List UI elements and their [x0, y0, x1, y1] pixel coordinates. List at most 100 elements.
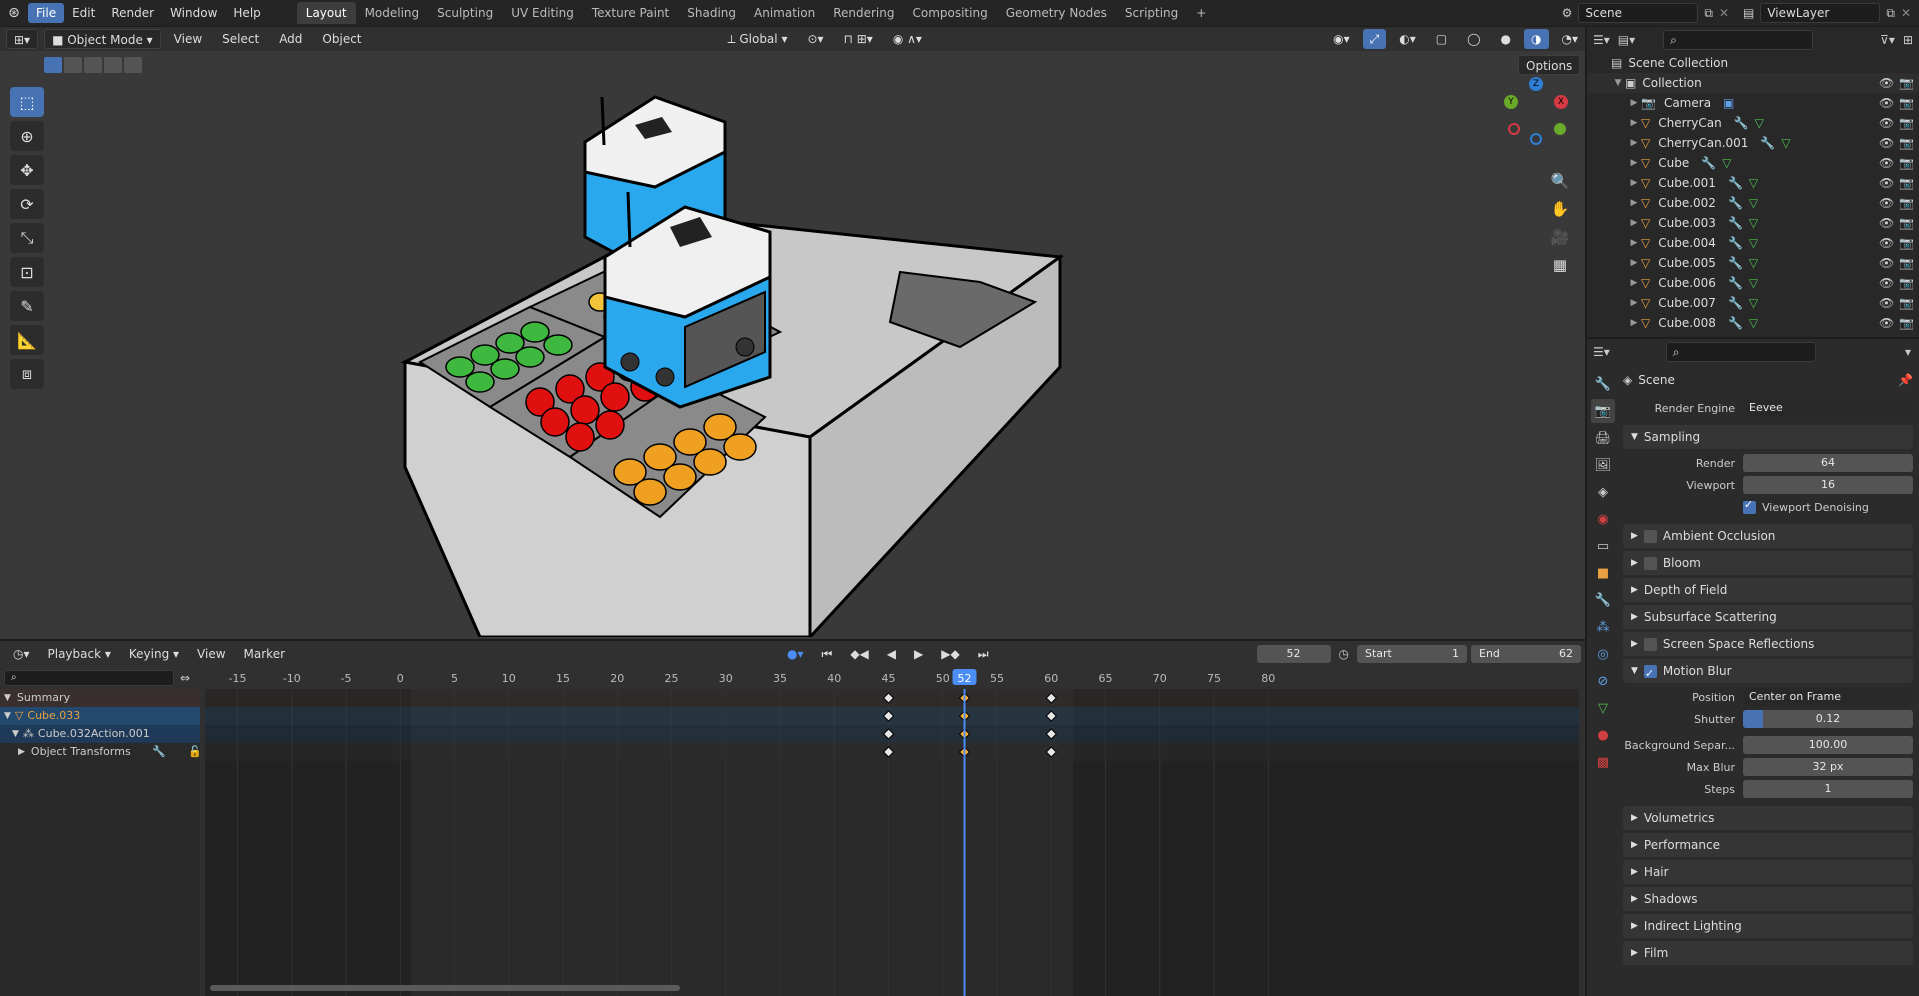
panel-volumetrics[interactable]: ▶ Volumetrics: [1623, 806, 1913, 830]
panel-shadows[interactable]: ▶ Shadows: [1623, 887, 1913, 911]
world-tab-icon[interactable]: ◉: [1591, 507, 1615, 531]
sync-icon[interactable]: ⇔: [180, 671, 190, 685]
tab-compositing[interactable]: Compositing: [903, 2, 996, 24]
add-cube-icon[interactable]: ⧈: [10, 359, 44, 389]
gizmo-axis-y[interactable]: Y: [1504, 95, 1518, 109]
eye-icon[interactable]: 👁: [1879, 213, 1894, 233]
outliner-item[interactable]: ▶ ▽ CherryCan.001 🔧 ▽ 👁 📷: [1587, 133, 1919, 153]
render-engine-select[interactable]: Eevee: [1743, 399, 1913, 417]
properties-search[interactable]: ⌕: [1665, 342, 1816, 362]
shading-rendered-icon[interactable]: ◔▾: [1555, 29, 1586, 49]
proportional-edit-icon[interactable]: ◉ ∧▾: [886, 29, 929, 49]
transform-orientation[interactable]: ⟂ Global ▾: [721, 29, 795, 49]
menu-view[interactable]: View: [167, 29, 209, 49]
expand-icon[interactable]: ▶: [1627, 253, 1641, 273]
tab-geometry-nodes[interactable]: Geometry Nodes: [997, 2, 1116, 24]
menu-object[interactable]: Object: [315, 29, 368, 49]
expand-icon[interactable]: ▶: [1627, 313, 1641, 333]
render-camera-icon[interactable]: 📷: [1899, 173, 1914, 193]
tab-scripting[interactable]: Scripting: [1116, 2, 1187, 24]
shading-material-icon[interactable]: ◑: [1524, 29, 1549, 49]
channel-search[interactable]: ⌕: [4, 670, 174, 686]
panel-subsurface-scattering[interactable]: ▶ Subsurface Scattering: [1623, 605, 1913, 629]
select-new-icon[interactable]: [44, 57, 62, 73]
expand-icon[interactable]: ▶: [1627, 193, 1641, 213]
render-camera-icon[interactable]: 📷: [1899, 153, 1914, 173]
panel-checkbox[interactable]: [1643, 637, 1657, 651]
properties-editor-icon[interactable]: ☰▾: [1593, 345, 1610, 359]
tab-layout[interactable]: Layout: [296, 2, 356, 24]
output-tab-icon[interactable]: 🖨: [1591, 426, 1615, 450]
outliner-item[interactable]: ▶ ▽ Cube.008 🔧 ▽ 👁 📷: [1587, 313, 1919, 333]
material-tab-icon[interactable]: ●: [1591, 723, 1615, 747]
modifier-tab-icon[interactable]: 🔧: [1591, 588, 1615, 612]
data-tab-icon[interactable]: ▽: [1591, 696, 1615, 720]
gizmo-axis-z[interactable]: Z: [1529, 77, 1543, 91]
outliner-item[interactable]: ▶ 📷 Camera ▣ 👁 📷: [1587, 93, 1919, 113]
zoom-icon[interactable]: 🔍: [1546, 167, 1574, 195]
menu-file[interactable]: File: [28, 3, 65, 23]
menu-window[interactable]: Window: [162, 3, 225, 23]
channel-group[interactable]: ▶Object Transforms🔧🔓: [0, 743, 314, 764]
ortho-grid-icon[interactable]: ▦: [1546, 251, 1574, 279]
display-mode-icon[interactable]: ▤▾: [1618, 33, 1635, 47]
lock-icon[interactable]: 🔓: [188, 743, 202, 761]
eye-icon[interactable]: 👁: [1879, 153, 1894, 173]
menu-keying[interactable]: Keying ▾: [122, 644, 186, 664]
panel-film[interactable]: ▶ Film: [1623, 941, 1913, 965]
overlay-toggle-icon[interactable]: ◐▾: [1392, 29, 1423, 49]
render-camera-icon[interactable]: 📷: [1899, 133, 1914, 153]
expand-icon[interactable]: ▶: [1627, 273, 1641, 293]
render-camera-icon[interactable]: 📷: [1899, 193, 1914, 213]
expand-icon[interactable]: ▶: [1627, 133, 1641, 153]
select-invert-icon[interactable]: [104, 57, 122, 73]
tab-modeling[interactable]: Modeling: [356, 2, 429, 24]
pivot-point-icon[interactable]: ⊙▾: [800, 29, 830, 49]
menu-select[interactable]: Select: [215, 29, 266, 49]
scene-selector[interactable]: Scene: [1578, 3, 1699, 23]
tab-shading[interactable]: Shading: [678, 2, 745, 24]
outliner-item[interactable]: ▶ ▽ Cube.002 🔧 ▽ 👁 📷: [1587, 193, 1919, 213]
scale-icon[interactable]: ⤡: [10, 223, 44, 253]
panel-sampling[interactable]: ▼ Sampling: [1623, 425, 1913, 449]
start-frame-field[interactable]: Start 1: [1357, 645, 1467, 663]
outliner-collection[interactable]: ▼ ▣ Collection 👁 📷: [1587, 73, 1919, 93]
outliner-item[interactable]: ▶ ▽ Cube 🔧 ▽ 👁 📷: [1587, 153, 1919, 173]
expand-icon[interactable]: ▶: [1627, 173, 1641, 193]
select-intersect-icon[interactable]: [124, 57, 142, 73]
tab-animation[interactable]: Animation: [745, 2, 824, 24]
render-camera-icon[interactable]: 📷: [1899, 313, 1914, 333]
delete-view-layer-icon[interactable]: ✕: [1901, 6, 1911, 20]
shading-wireframe-icon[interactable]: ◯: [1460, 29, 1487, 49]
expand-icon[interactable]: ▶: [1627, 153, 1641, 173]
channel-object[interactable]: ▼ ▽ Cube.033: [0, 707, 200, 725]
select-subtract-icon[interactable]: [84, 57, 102, 73]
menu-marker[interactable]: Marker: [237, 644, 292, 664]
menu-timeline-view[interactable]: View: [190, 644, 232, 664]
render-tab-icon[interactable]: 📷: [1591, 399, 1615, 423]
mb-steps-field[interactable]: 1: [1743, 780, 1913, 798]
texture-tab-icon[interactable]: ▩: [1591, 750, 1615, 774]
outliner-item[interactable]: ▶ ▽ Cube.006 🔧 ▽ 👁 📷: [1587, 273, 1919, 293]
particles-tab-icon[interactable]: ⁂: [1591, 615, 1615, 639]
eye-icon[interactable]: 👁: [1879, 193, 1894, 213]
3d-viewport[interactable]: ⊞▾ ■ Object Mode ▾ View Select Add Objec…: [0, 27, 1585, 639]
eye-icon[interactable]: 👁: [1879, 313, 1894, 333]
blender-logo-icon[interactable]: ⊛: [0, 5, 28, 21]
visibility-icon[interactable]: ◉▾: [1326, 29, 1357, 49]
panel-ambient-occlusion[interactable]: ▶ Ambient Occlusion: [1623, 524, 1913, 548]
expand-icon[interactable]: ▶: [1627, 213, 1641, 233]
outliner-item[interactable]: ▶ ▽ CherryCan 🔧 ▽ 👁 📷: [1587, 113, 1919, 133]
annotate-icon[interactable]: ✎: [10, 291, 44, 321]
end-frame-field[interactable]: End 62: [1471, 645, 1581, 663]
eye-icon[interactable]: 👁: [1879, 273, 1894, 293]
menu-playback[interactable]: Playback ▾: [41, 644, 118, 664]
wrench-icon[interactable]: 🔧: [152, 743, 166, 761]
eye-icon[interactable]: 👁: [1879, 73, 1894, 93]
mode-selector[interactable]: ■ Object Mode ▾: [44, 29, 161, 49]
eye-icon[interactable]: 👁: [1879, 173, 1894, 193]
delete-scene-icon[interactable]: ✕: [1719, 6, 1729, 20]
measure-icon[interactable]: 📐: [10, 325, 44, 355]
new-scene-icon[interactable]: ⧉: [1704, 6, 1713, 21]
expand-icon[interactable]: ▶: [1627, 93, 1641, 113]
